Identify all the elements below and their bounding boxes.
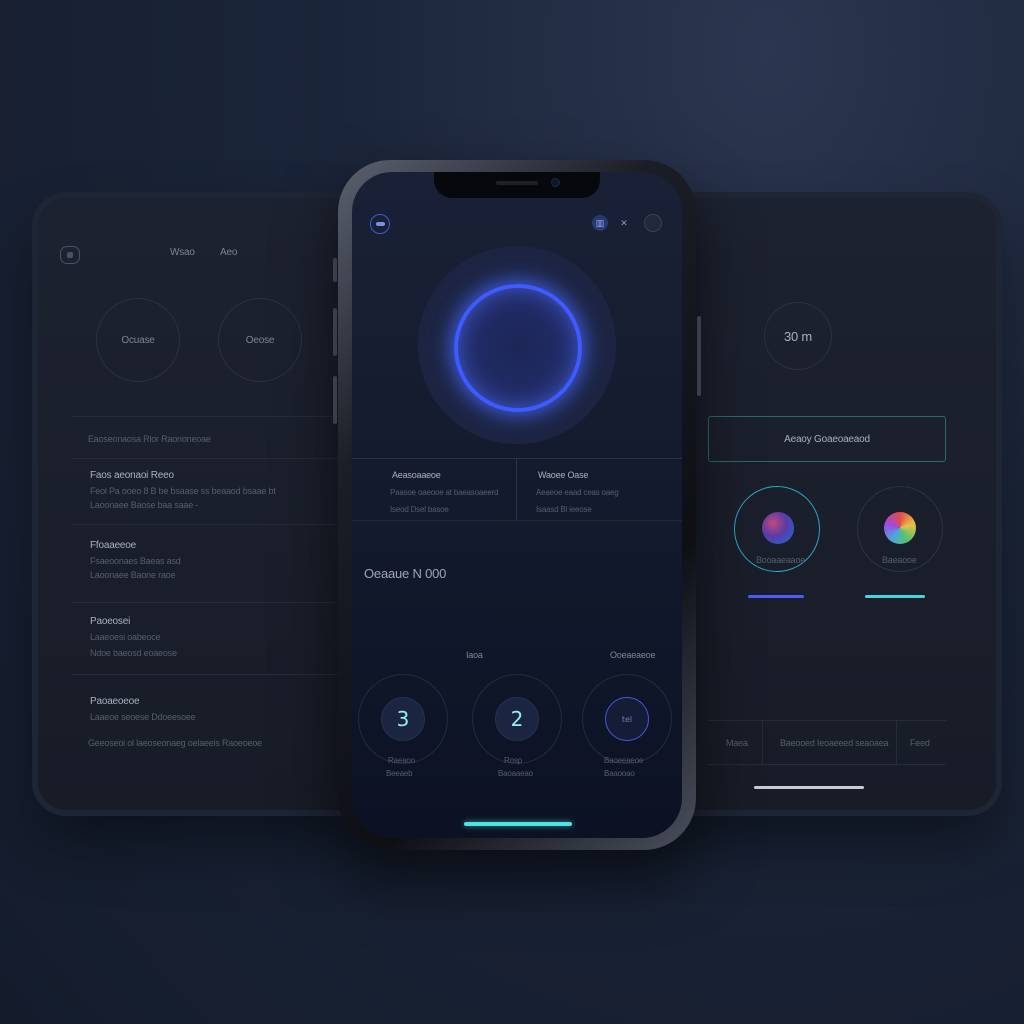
orb-1-bar <box>748 595 804 598</box>
info-line1: Aeaeoe eaad ceas oaeg <box>536 488 619 497</box>
close-icon[interactable]: ✕ <box>616 215 632 231</box>
left-ring-1-label: Ocuase <box>121 334 155 346</box>
divider <box>762 720 763 764</box>
orb-2-label: Baeaooe <box>882 555 917 565</box>
counter-value: 3 <box>381 697 425 741</box>
divider <box>72 602 368 603</box>
counter-value: tel <box>605 697 649 741</box>
camera <box>552 179 559 186</box>
divider <box>352 520 682 521</box>
counter-label: Beeaeb <box>386 769 413 778</box>
counter-value: 2 <box>495 697 539 741</box>
info-line2: Isaasd Bl ieeose <box>536 505 592 514</box>
orb-1-label: Booaaeaaoe <box>756 555 806 565</box>
orb-icon <box>884 512 916 544</box>
left-header-label-1[interactable]: Wsao <box>170 247 195 258</box>
phone-device: ▥ ✕ Aeasoaaeoe Paasoe oaeooe at baeasoae… <box>333 160 701 850</box>
left-section-title: Eaoseonaosa Rlor Raononeoae <box>88 434 211 444</box>
notch <box>434 172 600 198</box>
orb-icon <box>762 512 794 544</box>
divider <box>896 720 897 764</box>
list-item-line2: Laoonaee Baone raoe <box>90 570 176 580</box>
counter-label: Raeaoo <box>388 756 415 765</box>
counter-label: Baaooao <box>604 769 635 778</box>
list-item-line2: Laoonaee Baose baa saae - <box>90 500 199 510</box>
list-item-line1: Laaeoesi oabeoce <box>90 632 161 642</box>
action-button-label: Aeaoy Goaeoaeaod <box>784 433 870 445</box>
divider <box>72 674 368 675</box>
speaker <box>496 181 538 185</box>
left-ring-2[interactable]: Oeose <box>218 298 302 382</box>
small-label: Ooeaeaeoe <box>610 650 656 660</box>
side-button <box>333 258 337 282</box>
volume-up-button <box>333 308 337 356</box>
list-item-line2: Geeoseoi ol laeoseonaeg oelaeeis Raoeoeo… <box>88 738 262 748</box>
counter-label: Baoaaeao <box>498 769 533 778</box>
list-item-title: Ffoaaeeoe <box>90 540 137 551</box>
list-item-line1: Laaeoe seoese Ddoeesoee <box>90 712 196 722</box>
divider <box>72 458 368 459</box>
device-label: Oeaaue N 000 <box>364 566 447 581</box>
list-item-line2: Ndoe baeosd eoaeose <box>90 648 177 658</box>
footer-item[interactable]: Maea <box>726 738 748 748</box>
left-background-panel: Wsao Aeo Ocuase Oeose Eaoseonaosa Rlor R… <box>38 198 368 810</box>
info-title: Aeasoaaeoe <box>392 470 441 480</box>
left-ring-1[interactable]: Ocuase <box>96 298 180 382</box>
divider <box>708 720 946 721</box>
home-indicator <box>464 822 572 826</box>
timer-value: 30 m <box>783 328 813 344</box>
small-label: Iaoa <box>466 650 483 660</box>
grid-icon[interactable]: ▥ <box>592 215 608 231</box>
timer-ring[interactable]: 30 m <box>764 302 832 370</box>
orb-2-bar <box>865 595 925 598</box>
counter-label: Rosp <box>504 756 522 765</box>
power-button <box>697 316 701 396</box>
left-header-label-2[interactable]: Aeo <box>220 247 237 258</box>
phone-screen: ▥ ✕ Aeasoaaeoe Paasoe oaeooe at baeasoae… <box>352 172 682 838</box>
divider <box>708 764 946 765</box>
menu-pill-icon[interactable] <box>370 214 390 234</box>
divider <box>72 524 368 525</box>
divider <box>72 416 368 417</box>
footer-item[interactable]: Feed <box>910 738 930 748</box>
info-title: Waoee Oase <box>538 470 589 480</box>
list-item-title: Paoeosei <box>90 616 131 627</box>
home-indicator <box>754 786 864 789</box>
profile-icon[interactable] <box>644 214 662 232</box>
divider <box>352 458 682 459</box>
list-item-line1: Feol Pa ooeo 8 B be bsaase ss beaaod bsa… <box>90 486 276 496</box>
info-line2: Iseod Dsel basoe <box>390 505 449 514</box>
info-line1: Paasoe oaeooe at baeasoaeerd <box>390 488 499 497</box>
action-button[interactable]: Aeaoy Goaeoaeaod <box>708 416 946 462</box>
list-item-title: Faos aeonaoi Reeo <box>90 470 174 481</box>
circle-icon <box>60 246 80 264</box>
list-item-title: Paoaeoeoe <box>90 696 140 707</box>
list-item-line1: Fsaeoonaes Baeas asd <box>90 556 181 566</box>
left-ring-2-label: Oeose <box>245 334 275 346</box>
divider <box>516 458 517 520</box>
footer-item[interactable]: Baeooed Ieoaeeed seaoaea <box>780 738 889 748</box>
right-background-panel: 30 m Aeaoy Goaeoaeaod Booaaeaaoe Baeaooe… <box>660 198 996 810</box>
volume-down-button <box>333 376 337 424</box>
counter-label: Baoeeaeoe <box>604 756 644 765</box>
main-power-ring[interactable] <box>454 284 582 412</box>
